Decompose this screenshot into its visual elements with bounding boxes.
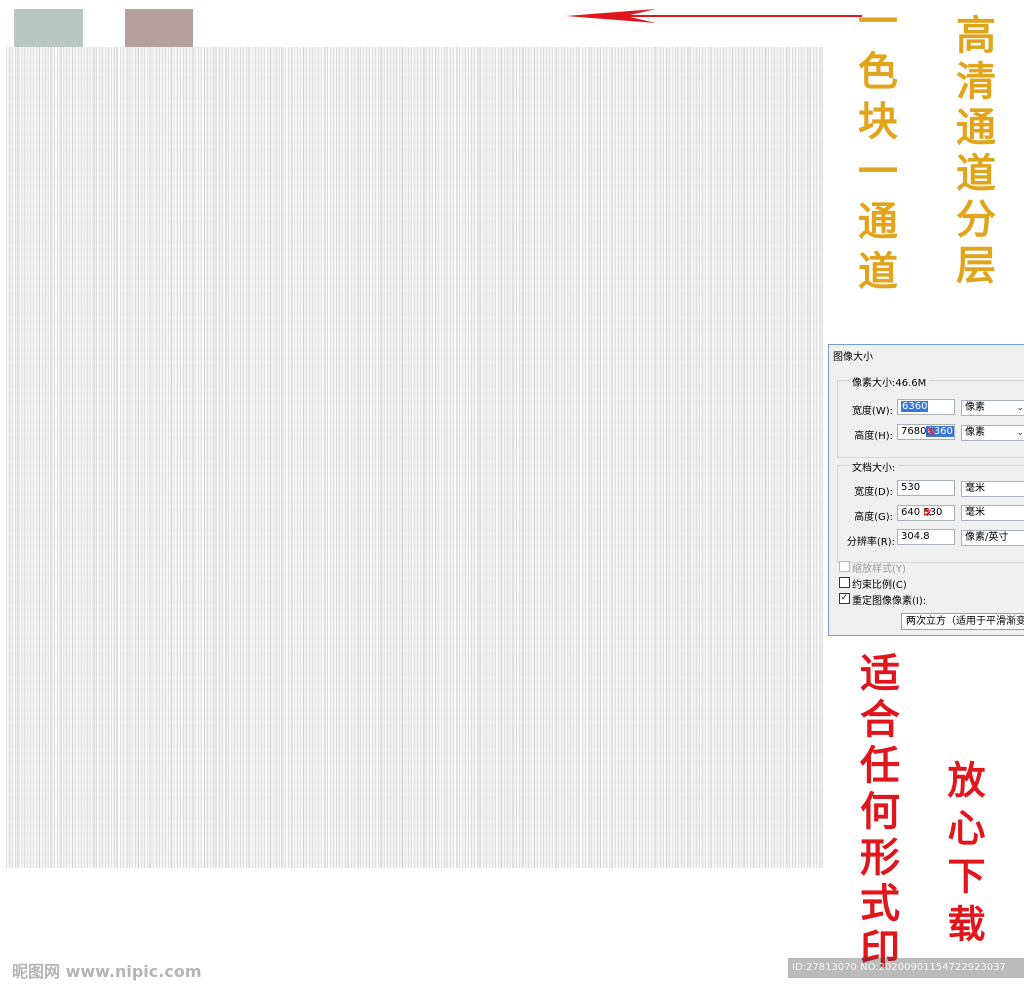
width-unit: 像素 (965, 402, 985, 413)
doc-width-label: 宽度(D): (854, 487, 893, 498)
wood-grain-texture (6, 47, 823, 868)
resolution-label: 分辨率(R): (846, 537, 895, 548)
caption-color-block-channel: 一色块一通道 (851, 0, 898, 300)
doc-height-old-value: 640 (901, 507, 921, 518)
pixel-dimensions-label: 像素大小:46.6M (849, 374, 930, 389)
caption-suitable-any-print: 适合任何形式印 (853, 652, 900, 974)
height-unit-select[interactable]: 像素 ⌄ (961, 425, 1024, 441)
doc-width-unit-select[interactable]: 毫米 (961, 481, 1024, 497)
pixel-dimensions-group (837, 380, 1024, 458)
width-unit-select[interactable]: 像素 ⌄ (961, 400, 1024, 416)
caption-hd-channel-layers: 高清通道分层 (949, 14, 996, 290)
doc-height-label: 高度(G): (854, 512, 893, 523)
scale-styles-label: 缩放样式(Y) (852, 564, 906, 575)
doc-width-field[interactable]: 530 (897, 480, 955, 496)
height-unit: 像素 (965, 427, 985, 438)
width-field[interactable]: 6360 (897, 399, 955, 415)
chevron-down-icon: ⌄ (1016, 428, 1024, 438)
constrain-proportions-label: 约束比例(C) (852, 580, 907, 591)
id-watermark: ID:27813070 NO:20200901154722923037 (788, 958, 1024, 978)
document-size-label: 文档大小: (849, 459, 899, 474)
resolution-field[interactable]: 304.8 (897, 529, 955, 545)
left-arrow-icon (566, 9, 862, 23)
site-watermark: 昵图网 www.nipic.com (12, 962, 202, 981)
doc-height-field[interactable]: 640 改 530 (897, 505, 955, 521)
height-label: 高度(H): (854, 431, 893, 442)
doc-height-unit-select[interactable]: 毫米 (961, 505, 1024, 521)
height-change-mark: 改 (926, 427, 935, 436)
scale-styles-checkbox[interactable] (839, 561, 850, 572)
color-swatch-2 (125, 9, 193, 47)
caption-download-assured: 放心下载 (941, 760, 986, 952)
chevron-down-icon: ⌄ (1016, 403, 1024, 413)
image-size-dialog: 图像大小 像素大小:46.6M 宽度(W): 6360 像素 ⌄ 高度(H): … (828, 344, 1024, 636)
width-label: 宽度(W): (851, 406, 893, 417)
resample-label: 重定图像像素(I): (852, 596, 927, 607)
height-field[interactable]: 7680 改 6360 (897, 424, 955, 440)
color-swatch-1 (14, 9, 83, 47)
height-old-value: 7680 (901, 426, 927, 437)
resolution-unit-select[interactable]: 像素/英寸 (961, 530, 1024, 546)
dialog-title: 图像大小 (833, 352, 873, 363)
width-value: 6360 (901, 401, 929, 412)
doc-height-change-mark: 改 (923, 508, 932, 517)
resample-checkbox[interactable]: ✓ (839, 593, 850, 604)
resample-method-select[interactable]: 两次立方（适用于平滑渐变） (901, 613, 1024, 630)
constrain-proportions-checkbox[interactable] (839, 577, 850, 588)
